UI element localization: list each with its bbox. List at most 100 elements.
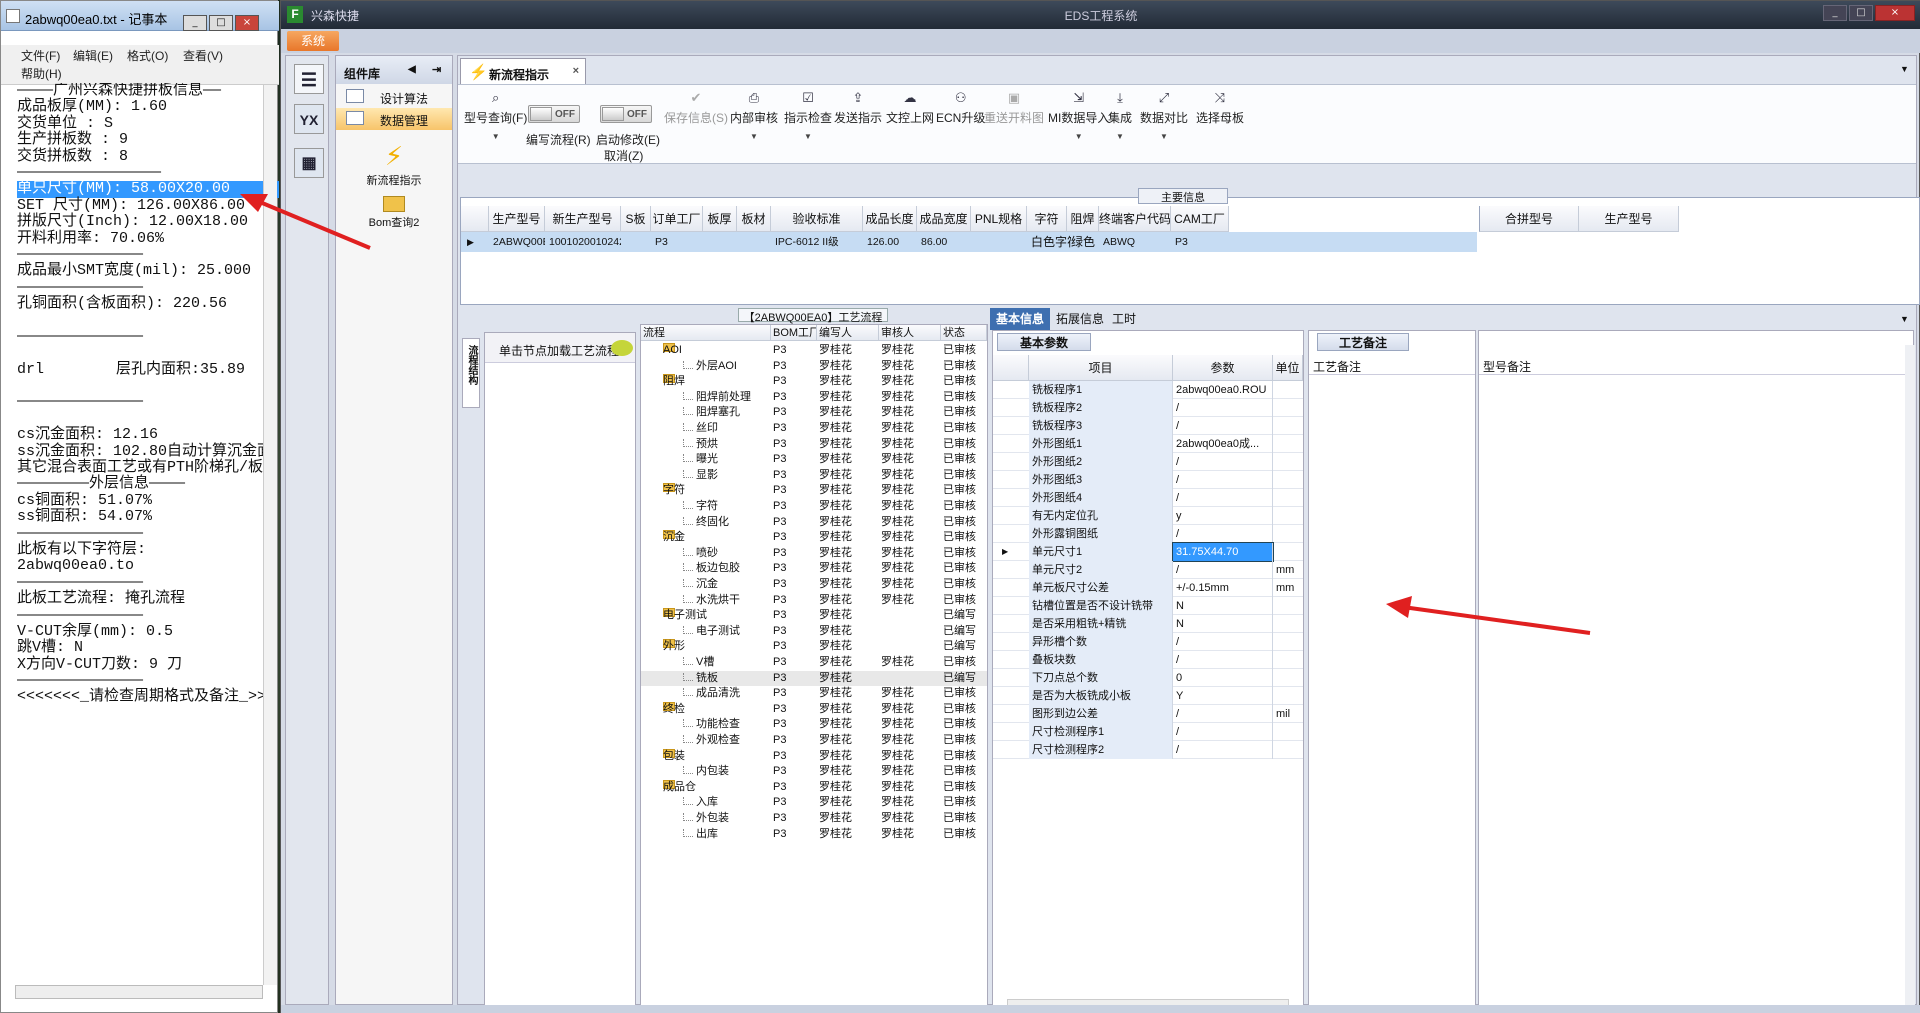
menu-view[interactable]: 查看(V)	[183, 47, 223, 64]
param-value[interactable]: /	[1173, 417, 1273, 435]
app-close-button[interactable]: ×	[1875, 5, 1915, 21]
col-header[interactable]: 合拼型号	[1479, 206, 1579, 232]
param-row[interactable]: 是否采用粗铣+精铣 N	[993, 615, 1303, 633]
mi-import-button[interactable]: ⇲ MI数据导入 ▼	[1048, 91, 1109, 141]
flow-row[interactable]: 出库 P3 罗桂花 罗桂花 已审核	[641, 827, 987, 843]
col-header[interactable]: 审核人	[879, 325, 941, 341]
minimize-button[interactable]: _	[183, 15, 207, 31]
param-row[interactable]: 尺寸检测程序1/	[993, 723, 1303, 741]
param-value[interactable]: y	[1173, 507, 1273, 525]
send-instruction-button[interactable]: ⇪ 发送指示	[834, 91, 882, 126]
param-value[interactable]: /	[1173, 399, 1273, 417]
flow-row[interactable]: 丝印 P3 罗桂花 罗桂花 已审核	[641, 421, 987, 437]
param-value[interactable]: 0	[1173, 669, 1273, 687]
instruction-check-button[interactable]: ☑ 指示检查 ▼	[784, 91, 832, 141]
menu-file[interactable]: 文件(F)	[21, 47, 60, 64]
bom-query-tool[interactable]: Bom查询2	[336, 196, 452, 230]
param-row[interactable]: 异形槽个数 /	[993, 633, 1303, 651]
col-header[interactable]: 成品长度	[863, 206, 917, 232]
internal-review-button[interactable]: ⎙ 内部审核 ▼	[730, 91, 778, 141]
col-header[interactable]: BOM工厂	[771, 325, 817, 341]
menu-edit[interactable]: 编辑(E)	[73, 47, 113, 64]
col-header[interactable]: 编写人	[817, 325, 879, 341]
flow-row[interactable]: 内包装 P3 罗桂花 罗桂花 已审核	[641, 764, 987, 780]
model-query-button[interactable]: ⌕ 型号查询(F) ▼	[464, 91, 527, 141]
flow-row[interactable]: 沉金 P3 罗桂花 罗桂花 已审核	[641, 577, 987, 593]
param-value[interactable]: /	[1173, 705, 1273, 723]
system-tab[interactable]: 系统	[287, 31, 339, 51]
col-header[interactable]: 状态	[941, 325, 987, 341]
flow-row[interactable]: −沉金P3 罗桂花 罗桂花 已审核	[641, 530, 987, 546]
flow-row[interactable]: 电子测试 P3 罗桂花 已编写	[641, 624, 987, 640]
col-header[interactable]: PNL规格	[971, 206, 1027, 232]
param-row[interactable]: 钻槽位置是否不设计铣带 N	[993, 597, 1303, 615]
flow-row[interactable]: −终检P3 罗桂花 罗桂花 已审核	[641, 701, 987, 718]
param-value[interactable]: /	[1173, 741, 1273, 759]
flow-row[interactable]: 喷砂 P3 罗桂花 罗桂花 已审核	[641, 546, 987, 562]
param-row[interactable]: 单元尺寸2/mm	[993, 561, 1303, 579]
param-row[interactable]: 铣板程序3/	[993, 417, 1303, 435]
table-row[interactable]: ▶ 2ABWQ00EA0 10010200102427 P3 IPC-6012 …	[461, 232, 1477, 252]
notepad-titlebar[interactable]: 2abwq00ea0.txt - 记事本 _ □ ×	[1, 1, 279, 31]
basic-params-tab[interactable]: 基本参数	[997, 333, 1091, 351]
notepad-text-area[interactable]: ————广州兴森快捷拼板信息—— 成品板厚(MM): 1.60 交货单位 : S 生产…	[17, 83, 279, 983]
flow-row[interactable]: 阻焊前处理 P3 罗桂花 罗桂花 已审核	[641, 390, 987, 406]
app-maximize-button[interactable]: □	[1849, 5, 1873, 21]
notepad-horizontal-scrollbar[interactable]	[15, 985, 263, 999]
flow-row[interactable]: 入库 P3 罗桂花 罗桂花 已审核	[641, 795, 987, 811]
flow-row[interactable]: −外形P3 罗桂花 已编写	[641, 639, 987, 655]
flow-row[interactable]: −包装P3 罗桂花 罗桂花 已审核	[641, 748, 987, 765]
param-value[interactable]: +/-0.15mm	[1173, 579, 1273, 597]
param-row[interactable]: 铣板程序2/	[993, 399, 1303, 417]
maximize-button[interactable]: □	[209, 15, 233, 31]
flow-row[interactable]: 阻焊塞孔 P3 罗桂花 罗桂花 已审核	[641, 405, 987, 421]
integrate-button[interactable]: ⤓ 集成 ▼	[1108, 91, 1132, 141]
param-value[interactable]: /	[1173, 489, 1273, 507]
flow-row[interactable]: 终固化 P3 罗桂花 罗桂花 已审核	[641, 515, 987, 531]
flow-row[interactable]: 水洗烘干 P3 罗桂花 罗桂花 已审核	[641, 593, 987, 609]
file-upload-button[interactable]: ☁ 文控上网	[886, 91, 934, 126]
resend-drawing-button[interactable]: ▣ 重送开料图	[984, 91, 1044, 126]
param-value[interactable]: /	[1173, 561, 1273, 579]
flow-row[interactable]: −电子测试P3 罗桂花 已编写	[641, 608, 987, 624]
data-compare-button[interactable]: ⤢ 数据对比 ▼	[1140, 91, 1188, 141]
param-row[interactable]: 铣板程序1 2abwq00ea0.ROU	[993, 381, 1303, 399]
flow-structure-side-tab[interactable]: 流程结构	[462, 338, 480, 408]
col-header[interactable]: 生产型号	[489, 206, 545, 232]
col-header[interactable]: 单位	[1273, 355, 1303, 381]
param-value[interactable]: Y	[1173, 687, 1273, 705]
param-value[interactable]: 2abwq00ea0.ROU	[1173, 381, 1273, 399]
tab-new-flow-instruction[interactable]: ⚡ 新流程指示 ×	[460, 58, 586, 84]
new-flow-instruction-tool[interactable]: ⚡ 新流程指示	[336, 142, 452, 188]
param-value[interactable]: /	[1173, 471, 1273, 489]
complib-item-design-algorithm[interactable]: 设计算法	[336, 86, 452, 108]
col-header[interactable]: 字符	[1027, 206, 1067, 232]
model-remark-scrollbar[interactable]	[1905, 345, 1915, 1013]
param-row[interactable]: 图形到边公差 / mil	[993, 705, 1303, 723]
param-value[interactable]: N	[1173, 597, 1273, 615]
param-row[interactable]: 尺寸检测程序2/	[993, 741, 1303, 759]
param-row[interactable]: 外形图纸3/	[993, 471, 1303, 489]
param-row[interactable]: 下刀点总个数 0	[993, 669, 1303, 687]
col-header[interactable]: 板厚	[703, 206, 737, 232]
write-flow-toggle[interactable]: OFF	[528, 105, 580, 123]
col-header[interactable]: 订单工厂	[651, 206, 703, 232]
menu-format[interactable]: 格式(O)	[127, 47, 168, 64]
param-value[interactable]: 2abwq00ea0成...	[1173, 435, 1273, 453]
app-minimize-button[interactable]: _	[1823, 5, 1847, 21]
col-header[interactable]: 终端客户代码	[1099, 206, 1171, 232]
col-header[interactable]: 生产型号	[1579, 206, 1679, 232]
col-header[interactable]: CAM工厂	[1171, 206, 1229, 232]
param-row[interactable]: 外形图纸2/	[993, 453, 1303, 471]
select-mother-board-button[interactable]: ⤨ 选择母板	[1196, 91, 1244, 126]
param-row[interactable]: 叠板块数 /	[993, 651, 1303, 669]
calculator-icon[interactable]: ▦	[294, 148, 324, 178]
param-row[interactable]: 单元板尺寸公差 +/-0.15mm mm	[993, 579, 1303, 597]
col-header[interactable]: 项目	[1029, 355, 1173, 381]
flow-row[interactable]: −AOIP3 罗桂花 罗桂花 已审核	[641, 343, 987, 359]
save-info-button[interactable]: ✔ 保存信息(S)	[664, 91, 728, 126]
col-header[interactable]: 流程	[641, 325, 771, 341]
tabs-dropdown-icon[interactable]: ▼	[1894, 308, 1915, 330]
col-header[interactable]: 新生产型号	[545, 206, 621, 232]
ecn-upgrade-button[interactable]: ⚇ ECN升级	[936, 91, 985, 126]
